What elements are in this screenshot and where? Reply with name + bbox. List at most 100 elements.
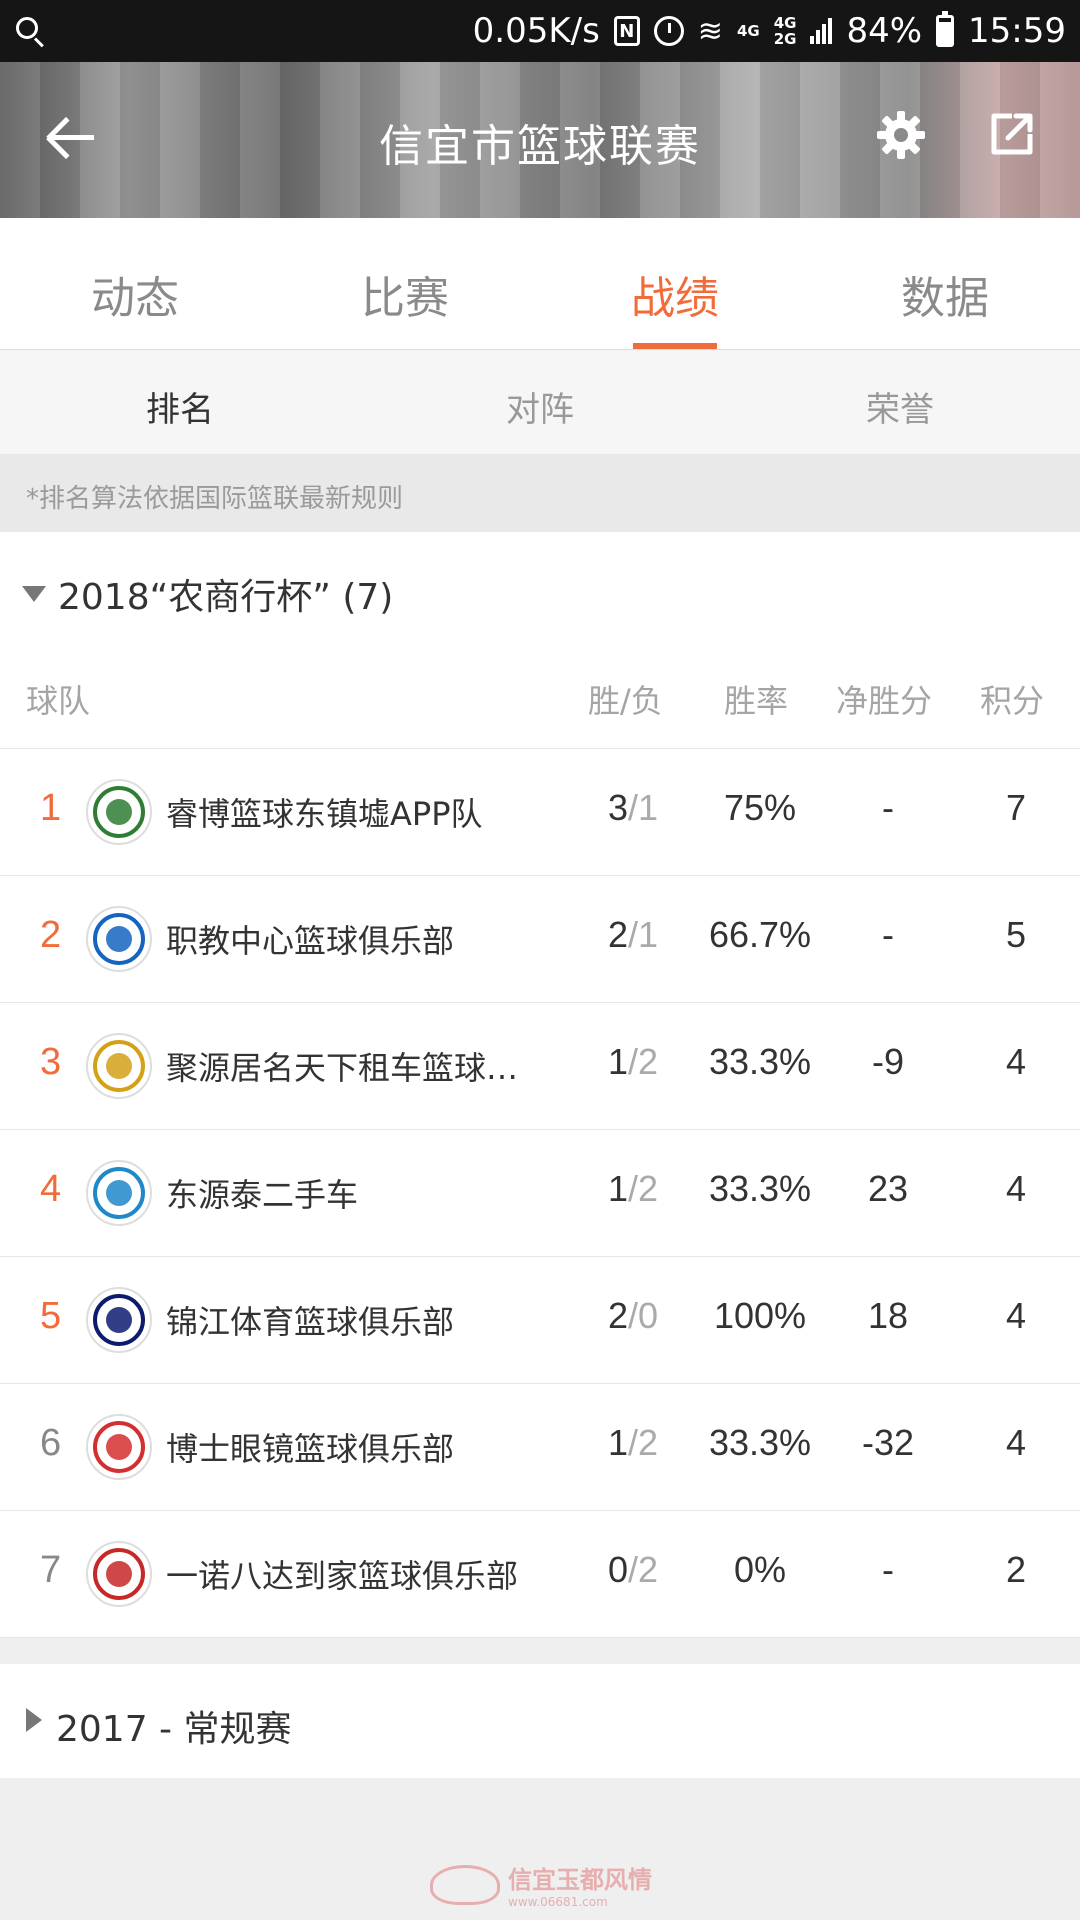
wins: 1 (607, 1422, 628, 1463)
team-logo-icon (93, 913, 145, 965)
team-name[interactable]: 职教中心篮球俱乐部 (166, 916, 546, 962)
losses: 2 (638, 1041, 659, 1082)
team-logo-icon (93, 1421, 145, 1473)
net-points: - (882, 787, 894, 828)
team-logo-icon (93, 1167, 145, 1219)
subtab-ranking[interactable]: 排名 (0, 350, 360, 454)
team-name[interactable]: 聚源居名天下租车篮球俱... (166, 1043, 546, 1089)
team-logo-icon (93, 1548, 145, 1600)
team-name[interactable]: 睿博篮球东镇墟APP队 (166, 789, 546, 835)
signal-4g2g-label: 4G 2G (773, 14, 797, 48)
points: 2 (1005, 1549, 1027, 1590)
win-rate: 33.3% (708, 1041, 812, 1082)
team-logo (86, 906, 152, 972)
win-loss: 2/0 (558, 1295, 708, 1337)
triangle-right-icon (26, 1708, 42, 1732)
wins: 2 (607, 914, 628, 955)
group-title: 2018“农商行杯” (7) (58, 577, 394, 618)
sub-tab-bar: 排名 对阵 荣誉 (0, 350, 1080, 454)
losses: 1 (638, 787, 659, 828)
tab-records[interactable]: 战绩 (540, 218, 810, 349)
group-toggle-2018[interactable]: 2018“农商行杯” (7) (22, 568, 393, 620)
gear-icon[interactable] (876, 110, 926, 160)
team-logo (86, 1287, 152, 1353)
group-title-2017: 2017 - 常规赛 (56, 1709, 292, 1750)
team-logo-icon (93, 786, 145, 838)
clock: 15:59 (968, 11, 1066, 51)
win-rate: 33.3% (708, 1168, 812, 1209)
team-name[interactable]: 东源泰二手车 (166, 1170, 546, 1216)
win-loss-separator: / (627, 1422, 638, 1463)
rank-number: 2 (40, 914, 62, 956)
signal-bars-icon (810, 18, 833, 44)
win-loss: 1/2 (558, 1168, 708, 1210)
net-points: -32 (861, 1422, 915, 1463)
wins: 1 (607, 1168, 628, 1209)
table-row[interactable]: 2 职教中心篮球俱乐部 2/1 66.7% -5 (0, 876, 1080, 1003)
column-header-team: 球队 (26, 682, 91, 720)
table-row[interactable]: 5 锦江体育篮球俱乐部 2/0 100% 18 4 (0, 1257, 1080, 1384)
points: 5 (1005, 914, 1027, 955)
rank-number: 6 (40, 1422, 62, 1464)
alarm-icon (653, 16, 684, 46)
points: 4 (1005, 1168, 1027, 1209)
team-name[interactable]: 博士眼镜篮球俱乐部 (166, 1424, 546, 1470)
win-loss: 1/2 (558, 1041, 708, 1083)
losses: 2 (638, 1549, 659, 1590)
status-indicators: 0.05K/s N ≋ 4G 4G 2G 84% 15:59 (473, 11, 1066, 51)
watermark-text: 信宜玉都风情 (508, 1865, 652, 1894)
column-header-points: 积分 (980, 682, 1045, 720)
rank-number: 4 (40, 1168, 62, 1210)
net-points: - (882, 1549, 894, 1590)
win-rate: 100% (713, 1295, 807, 1336)
points: 4 (1005, 1422, 1027, 1463)
points: 4 (1005, 1295, 1027, 1336)
win-loss-separator: / (627, 1168, 638, 1209)
team-name[interactable]: 一诺八达到家篮球俱乐部 (166, 1551, 546, 1597)
wins: 1 (607, 1041, 628, 1082)
watermark-cloud-icon (430, 1864, 500, 1905)
net-points: 18 (867, 1295, 909, 1336)
column-header-win-rate: 胜率 (724, 682, 789, 720)
tab-matches[interactable]: 比赛 (270, 218, 540, 349)
subtab-honors[interactable]: 荣誉 (720, 350, 1080, 454)
table-row[interactable]: 1 睿博篮球东镇墟APP队 3/1 75% -7 (0, 749, 1080, 876)
tab-stats[interactable]: 数据 (810, 218, 1080, 349)
share-icon[interactable] (986, 108, 1038, 160)
wins: 0 (607, 1549, 628, 1590)
win-rate: 0% (733, 1549, 787, 1590)
points: 4 (1005, 1041, 1027, 1082)
team-name[interactable]: 锦江体育篮球俱乐部 (166, 1297, 546, 1343)
team-logo (86, 779, 152, 845)
win-loss-separator: / (627, 1041, 638, 1082)
ranking-rule-note: *排名算法依据国际篮联最新规则 (0, 454, 1080, 532)
table-row[interactable]: 7 一诺八达到家篮球俱乐部 0/2 0% -2 (0, 1511, 1080, 1638)
group-toggle-2017[interactable]: 2017 - 常规赛 (0, 1664, 1080, 1778)
win-loss-separator: / (627, 1549, 638, 1590)
losses: 2 (638, 1168, 659, 1209)
win-rate: 75% (723, 787, 797, 828)
network-speed: 0.05K/s (472, 11, 600, 51)
losses: 0 (638, 1295, 659, 1336)
triangle-down-icon (22, 586, 46, 602)
column-header-win-loss: 胜/负 (588, 682, 663, 720)
table-row[interactable]: 3 聚源居名天下租车篮球俱... 1/2 33.3% -9 4 (0, 1003, 1080, 1130)
table-row[interactable]: 4 东源泰二手车 1/2 33.3% 23 4 (0, 1130, 1080, 1257)
subtab-matchups[interactable]: 对阵 (360, 350, 720, 454)
team-logo (86, 1160, 152, 1226)
table-row[interactable]: 6 博士眼镜篮球俱乐部 1/2 33.3% -32 4 (0, 1384, 1080, 1511)
rank-number: 7 (40, 1549, 62, 1591)
tab-news[interactable]: 动态 (0, 218, 270, 349)
team-logo-icon (93, 1040, 145, 1092)
team-logo-icon (93, 1294, 145, 1346)
nfc-icon: N (613, 16, 640, 46)
team-logo (86, 1414, 152, 1480)
win-rate: 66.7% (708, 914, 812, 955)
points: 7 (1005, 787, 1027, 828)
watermark-url: www.06681.com (508, 1895, 608, 1909)
win-rate: 33.3% (708, 1422, 812, 1463)
losses: 2 (638, 1422, 659, 1463)
wifi-icon: ≋ (697, 13, 723, 49)
win-loss: 0/2 (558, 1549, 708, 1591)
win-loss-separator: / (627, 787, 638, 828)
